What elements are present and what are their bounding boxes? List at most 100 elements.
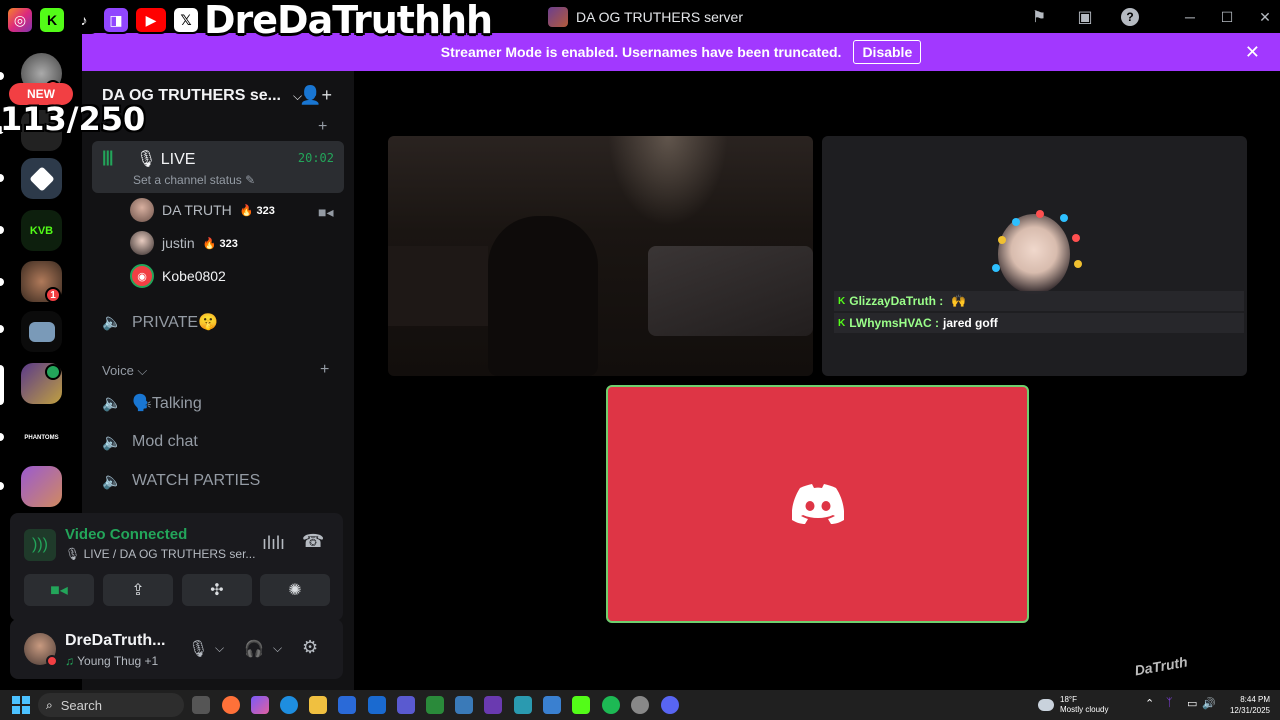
hangup-icon[interactable]: ☎ (302, 531, 324, 552)
discord-logo-icon (791, 484, 844, 524)
room-bed (648, 246, 813, 336)
unread-pip (0, 325, 4, 333)
server-icon-9[interactable] (21, 466, 62, 507)
selected-pip (0, 365, 4, 405)
speaker-icon: 🔈 (102, 434, 122, 451)
task-view-icon[interactable] (192, 696, 210, 714)
teams-icon[interactable] (397, 696, 415, 714)
video-tile-camera[interactable] (388, 136, 813, 376)
soundboard-button[interactable]: ✺ (260, 574, 330, 606)
add-channel-icon[interactable]: + (318, 118, 327, 136)
video-tile-stream[interactable]: K GlizzayDaTruth : 🙌 K LWhymsHVAC : jare… (822, 136, 1247, 376)
voice-user[interactable]: DA TRUTH 🔥 323 (130, 196, 275, 224)
streamer-overlay: ◎ K ♪ ◨ ▶ 𝕏 DreDaTruthhh (0, 0, 493, 42)
voice-channel-path[interactable]: 🎙 LIVE / DA OG TRUTHERS ser... (65, 547, 255, 561)
user-panel: DreDaTruth... ♫ Young Thug +1 🎙 ⌵ 🎧 ⌵ ⚙ (10, 619, 343, 679)
channel-status[interactable]: Set a channel status ✎ (133, 173, 255, 187)
spotify-icon[interactable] (602, 696, 620, 714)
add-channel-icon[interactable]: + (320, 361, 329, 379)
app-icon[interactable] (455, 696, 473, 714)
store-icon[interactable] (338, 696, 356, 714)
firefox-icon[interactable] (222, 696, 240, 714)
voice-connection-panel: ))) Video Connected 🎙 LIVE / DA OG TRUTH… (10, 513, 343, 621)
copilot-icon[interactable] (251, 696, 269, 714)
voice-user[interactable]: ◉ Kobe0802 (130, 262, 226, 290)
channel-name: WATCH PARTIES (132, 472, 261, 489)
channel-mod-chat[interactable]: 🔈 Mod chat (102, 428, 198, 456)
obs-icon[interactable] (631, 696, 649, 714)
weather-widget[interactable]: 18°F Mostly cloudy (1038, 693, 1108, 717)
overlay-counter: 113/250 (0, 100, 146, 138)
decor-light (1074, 260, 1082, 268)
disable-streamer-mode-button[interactable]: Disable (853, 40, 922, 64)
server-icon-kvb[interactable]: KVB (21, 210, 62, 251)
voice-status[interactable]: Video Connected (65, 526, 187, 543)
clock-time: 8:44 PM (1240, 695, 1270, 704)
volume-icon[interactable]: 🔊 (1202, 697, 1216, 710)
camera-icon: ■◂ (50, 582, 68, 599)
headphones-icon[interactable]: 🎧 (244, 639, 264, 659)
chevron-up-icon[interactable]: ⌃ (1145, 697, 1154, 710)
instagram-icon: ◎ (6, 6, 34, 34)
app-icon[interactable] (514, 696, 532, 714)
stream-face (998, 214, 1070, 294)
decor-light (1036, 210, 1044, 218)
tray-app-icon[interactable]: ᛉ (1166, 697, 1173, 709)
channel-talking[interactable]: 🔈 🗣️Talking (102, 389, 202, 417)
screenshare-button[interactable]: ⇪ (103, 574, 173, 606)
app-icon[interactable] (543, 696, 561, 714)
maximize-icon[interactable]: ☐ (1212, 6, 1242, 28)
room-shelf (388, 246, 488, 326)
voice-user[interactable]: justin 🔥 323 (130, 229, 238, 257)
clock[interactable]: 8:44 PM 12/31/2025 (1222, 694, 1270, 716)
category-voice[interactable]: Voice ⌵ (102, 363, 147, 379)
help-icon[interactable]: ? (1121, 8, 1139, 26)
outlook-icon[interactable] (368, 696, 386, 714)
decor-light (1012, 218, 1020, 226)
video-tile-placeholder[interactable] (606, 385, 1029, 623)
windows-start-icon[interactable] (12, 696, 30, 714)
server-icon-3[interactable] (21, 158, 62, 199)
file-explorer-icon[interactable] (309, 696, 327, 714)
channel-private[interactable]: 🔈 PRIVATE🤫 (102, 308, 218, 336)
speaker-icon: 🔈 (102, 473, 122, 490)
window-title: DA OG TRUTHERS server (576, 9, 743, 25)
microphone-icon[interactable]: 🎙 (188, 639, 208, 659)
window-title-group: DA OG TRUTHERS server (548, 6, 743, 28)
signal-icon: ||| (102, 149, 113, 166)
close-icon[interactable]: ✕ (1250, 6, 1280, 28)
chevron-down-icon[interactable]: ⌵ (273, 641, 282, 656)
user-name[interactable]: DreDaTruth... (65, 632, 165, 650)
edge-icon[interactable] (280, 696, 298, 714)
search-input[interactable]: ⌕ Search (38, 693, 184, 717)
server-icon-phantoms[interactable]: PHANTOMS (21, 417, 62, 458)
chevron-down-icon[interactable]: ⌵ (215, 641, 224, 656)
channel-live[interactable]: ||| 🎙 LIVE 20:02 Set a channel status ✎ (92, 141, 344, 193)
gear-icon[interactable]: ⚙ (302, 637, 318, 658)
app-icon[interactable] (484, 696, 502, 714)
weather-temp: 18°F (1060, 695, 1077, 704)
kick-app-icon[interactable] (572, 696, 590, 714)
watermark-logo: DaTruth (1133, 653, 1189, 679)
signal-icon[interactable]: ))) (24, 529, 56, 561)
camera-button[interactable]: ■◂ (24, 574, 94, 606)
inbox-icon[interactable]: ▣ (1074, 6, 1096, 28)
channel-timer: 20:02 (297, 151, 334, 165)
close-icon[interactable]: ✕ (1245, 42, 1260, 63)
app-icon[interactable] (426, 696, 444, 714)
invite-icon[interactable]: 👤+ (299, 85, 332, 106)
discord-app-icon[interactable] (661, 696, 679, 714)
screenshare-icon: ⇪ (131, 582, 145, 599)
display-icon[interactable]: ▭ (1187, 697, 1197, 710)
server-icon-6[interactable] (21, 311, 62, 352)
flag-icon[interactable]: ⚑ (1028, 6, 1050, 28)
waveform-icon[interactable]: ılılı (262, 533, 285, 554)
unread-pip (0, 433, 4, 441)
search-label: Search (60, 697, 102, 713)
channel-watch-parties[interactable]: 🔈 WATCH PARTIES (102, 467, 260, 495)
activities-button[interactable]: ✣ (182, 574, 252, 606)
tiktok-icon: ♪ (70, 6, 98, 34)
channel-name: Mod chat (132, 433, 198, 450)
twitch-icon: ◨ (102, 6, 130, 34)
minimize-icon[interactable]: ─ (1175, 6, 1205, 28)
